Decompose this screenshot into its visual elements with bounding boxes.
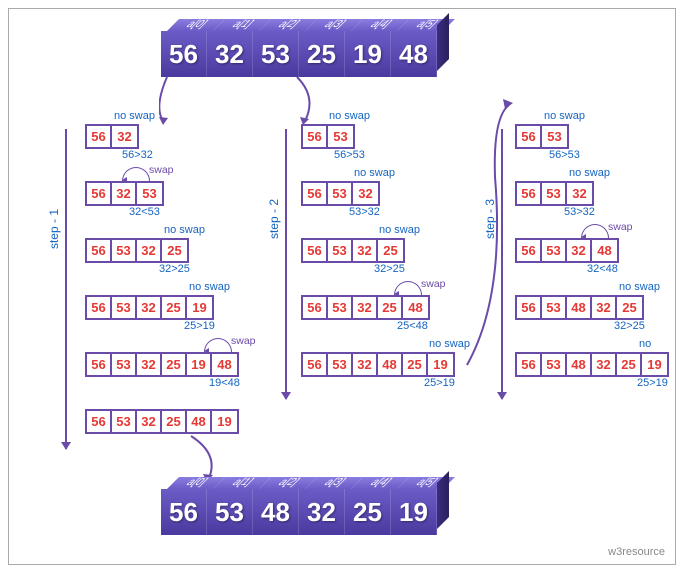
- compare-row: 565332251948: [85, 352, 239, 377]
- compare-row: 565332254819: [85, 409, 239, 434]
- annotation: 56>32: [122, 149, 153, 161]
- annotation: no swap: [329, 110, 370, 122]
- output-array: a[0]56 a[1]53 a[2]48 a[3]32 a[4]25 a[5]1…: [161, 489, 437, 535]
- step-3-arrow: [501, 129, 503, 399]
- annotation: 32>25: [614, 320, 645, 332]
- swap-arc: [581, 224, 609, 238]
- compare-row: 565332: [301, 181, 380, 206]
- array-value: 56: [161, 31, 207, 77]
- swap-arc: [122, 167, 150, 181]
- compare-row: 565348322519: [515, 352, 669, 377]
- array-value: 19: [391, 489, 437, 535]
- compare-row: 56533225: [85, 238, 189, 263]
- connector-arrow: [159, 77, 179, 127]
- compare-row: 56533248: [515, 238, 619, 263]
- array-value: 53: [253, 31, 299, 77]
- annotation: no swap: [619, 281, 660, 293]
- array-value: 25: [299, 31, 345, 77]
- watermark: w3resource: [608, 546, 665, 558]
- compare-row: 565332482519: [301, 352, 455, 377]
- array-value: 32: [299, 489, 345, 535]
- step-2-arrow: [285, 129, 287, 399]
- annotation: 25>19: [637, 377, 668, 389]
- annotation: 25<48: [397, 320, 428, 332]
- annotation: 32<48: [587, 263, 618, 275]
- annotation: swap: [421, 278, 446, 290]
- compare-row: 5653: [515, 124, 569, 149]
- connector-arrow: [295, 77, 319, 127]
- compare-row: 5653: [301, 124, 355, 149]
- swap-arc: [204, 338, 232, 352]
- annotation: no swap: [189, 281, 230, 293]
- compare-row: 563253: [85, 181, 164, 206]
- swap-arc: [394, 281, 422, 295]
- annotation: no swap: [569, 167, 610, 179]
- diagram-container: a[0]56 a[1]32 a[2]53 a[3]25 a[4]19 a[5]4…: [8, 8, 676, 565]
- annotation: 19<48: [209, 377, 240, 389]
- array-value: 48: [253, 489, 299, 535]
- compare-row: 5632: [85, 124, 139, 149]
- compare-row: 5653322519: [85, 295, 214, 320]
- annotation: swap: [608, 221, 633, 233]
- annotation: 56>53: [549, 149, 580, 161]
- annotation: 25>19: [424, 377, 455, 389]
- annotation: swap: [231, 335, 256, 347]
- annotation: 56>53: [334, 149, 365, 161]
- annotation: no swap: [354, 167, 395, 179]
- annotation: 53>32: [349, 206, 380, 218]
- array-value: 32: [207, 31, 253, 77]
- step-3-label: step - 3: [483, 199, 497, 239]
- annotation: swap: [149, 164, 174, 176]
- array-value: 48: [391, 31, 437, 77]
- annotation: 53>32: [564, 206, 595, 218]
- annotation: 32>25: [159, 263, 190, 275]
- array-value: 19: [345, 31, 391, 77]
- annotation: no swap: [114, 110, 155, 122]
- annotation: 32<53: [129, 206, 160, 218]
- annotation: no swap: [379, 224, 420, 236]
- annotation: no swap: [164, 224, 205, 236]
- annotation: no swap: [544, 110, 585, 122]
- step-2-label: step - 2: [267, 199, 281, 239]
- input-array: a[0]56 a[1]32 a[2]53 a[3]25 a[4]19 a[5]4…: [161, 31, 437, 77]
- compare-row: 5653322548: [301, 295, 430, 320]
- annotation: 25>19: [184, 320, 215, 332]
- annotation: no swap: [429, 338, 470, 350]
- compare-row: 565332: [515, 181, 594, 206]
- compare-row: 5653483225: [515, 295, 644, 320]
- array-value: 53: [207, 489, 253, 535]
- compare-row: 56533225: [301, 238, 405, 263]
- annotation: 32>25: [374, 263, 405, 275]
- step-1-label: step - 1: [47, 209, 61, 249]
- step-1-arrow: [65, 129, 67, 449]
- array-value: 25: [345, 489, 391, 535]
- array-value: 56: [161, 489, 207, 535]
